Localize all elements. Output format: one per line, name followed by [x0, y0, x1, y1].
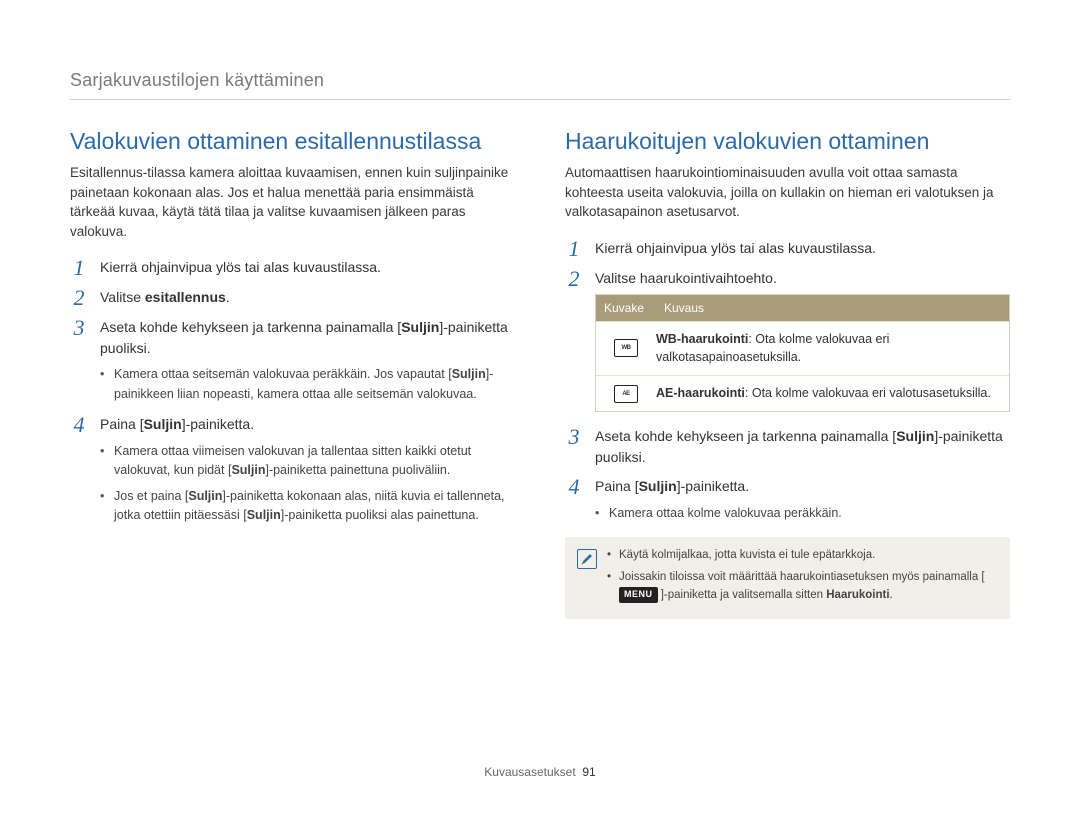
right-column: Haarukoitujen valokuvien ottaminen Autom… [565, 128, 1010, 619]
table-cell-desc: AE-haarukointi: Ota kolme valokuvaa eri … [656, 376, 1009, 411]
text-strong: esitallennus [145, 289, 226, 305]
divider [70, 99, 1010, 100]
text-strong: Suljin [896, 428, 934, 444]
note-icon [577, 549, 597, 569]
text: . [226, 289, 230, 305]
ae-bracketing-icon: AE [614, 385, 638, 403]
content-columns: Valokuvien ottaminen esitallennustilassa… [70, 128, 1010, 619]
step-number: 4 [565, 476, 583, 498]
text: . [890, 589, 893, 601]
table-header-icon: Kuvake [596, 295, 656, 321]
wb-bracketing-icon: WB [614, 339, 638, 357]
table-header-desc: Kuvaus [656, 295, 1009, 321]
footer-section: Kuvausasetukset [484, 765, 575, 779]
step-text: Valitse esitallennus. [100, 287, 515, 308]
text: Aseta kohde kehykseen ja tarkenna painam… [100, 319, 401, 335]
left-step-3-bullets: Kamera ottaa seitsemän valokuvaa peräkkä… [100, 365, 515, 404]
page-footer: Kuvausasetukset 91 [0, 765, 1080, 779]
step-number: 4 [70, 414, 88, 436]
step-text: Kierrä ohjainvipua ylös tai alas kuvaust… [100, 257, 515, 278]
manual-page: Sarjakuvaustilojen käyttäminen Valokuvie… [0, 0, 1080, 815]
bullet: Jos et paina [Suljin]-painiketta kokonaa… [100, 487, 515, 526]
step-text: Aseta kohde kehykseen ja tarkenna painam… [595, 426, 1010, 468]
text: ]-painiketta painettuna puoliväliin. [265, 463, 450, 477]
step-text: Valitse haarukointivaihtoehto. [595, 268, 1010, 289]
right-step-4: 4 Paina [Suljin]-painiketta. [565, 476, 1010, 498]
note-item: Käytä kolmijalkaa, jotta kuvista ei tule… [607, 547, 998, 565]
mode-icon-cell: WB [596, 331, 656, 365]
text-strong: Suljin [144, 416, 182, 432]
step-text: Paina [Suljin]-painiketta. [595, 476, 1010, 497]
text-strong: AE-haarukointi [656, 386, 745, 400]
text-strong: WB-haarukointi [656, 332, 748, 346]
left-step-4: 4 Paina [Suljin]-painiketta. [70, 414, 515, 436]
step-number: 3 [70, 317, 88, 339]
step-number: 1 [565, 238, 583, 260]
left-section-title: Valokuvien ottaminen esitallennustilassa [70, 128, 515, 155]
text: ]-painiketta. [677, 478, 749, 494]
right-step-3: 3 Aseta kohde kehykseen ja tarkenna pain… [565, 426, 1010, 468]
mode-icon-cell: AE [596, 377, 656, 411]
text-strong: Suljin [639, 478, 677, 494]
step-text: Paina [Suljin]-painiketta. [100, 414, 515, 435]
right-section-title: Haarukoitujen valokuvien ottaminen [565, 128, 1010, 155]
step-number: 3 [565, 426, 583, 448]
step-number: 2 [70, 287, 88, 309]
right-intro: Automaattisen haarukointiominaisuuden av… [565, 163, 1010, 222]
text: Valitse [100, 289, 145, 305]
table-cell-desc: WB-haarukointi: Ota kolme valokuvaa eri … [656, 322, 1009, 376]
left-step-3: 3 Aseta kohde kehykseen ja tarkenna pain… [70, 317, 515, 359]
icon-label: WB [622, 345, 631, 351]
right-step-2: 2 Valitse haarukointivaihtoehto. [565, 268, 1010, 290]
bracketing-options-table: Kuvake Kuvaus WB WB-haarukointi: Ota kol… [595, 294, 1010, 412]
menu-icon: MENU [619, 587, 658, 603]
note-list: Käytä kolmijalkaa, jotta kuvista ei tule… [607, 547, 998, 608]
bullet: Kamera ottaa kolme valokuvaa peräkkäin. [595, 504, 1010, 523]
icon-label: AE [622, 391, 629, 397]
text: Paina [ [595, 478, 639, 494]
text-strong: Suljin [247, 508, 281, 522]
text: Paina [ [100, 416, 144, 432]
text-strong: Suljin [188, 489, 222, 503]
breadcrumb: Sarjakuvaustilojen käyttäminen [70, 70, 1010, 91]
text: ]-painiketta ja valitsemalla sitten [658, 589, 827, 601]
text: Joissakin tiloissa voit määrittää haaruk… [619, 571, 985, 583]
text: ]-painiketta puoliksi alas painettuna. [281, 508, 479, 522]
text-strong: Haarukointi [826, 589, 889, 601]
left-step-2: 2 Valitse esitallennus. [70, 287, 515, 309]
step-text: Aseta kohde kehykseen ja tarkenna painam… [100, 317, 515, 359]
text: ]-painiketta. [182, 416, 254, 432]
right-step-1: 1 Kierrä ohjainvipua ylös tai alas kuvau… [565, 238, 1010, 260]
table-row: WB WB-haarukointi: Ota kolme valokuvaa e… [596, 321, 1009, 376]
step-number: 2 [565, 268, 583, 290]
step-number: 1 [70, 257, 88, 279]
right-step-4-bullets: Kamera ottaa kolme valokuvaa peräkkäin. [595, 504, 1010, 523]
left-column: Valokuvien ottaminen esitallennustilassa… [70, 128, 515, 619]
text-strong: Suljin [401, 319, 439, 335]
table-header: Kuvake Kuvaus [596, 295, 1009, 321]
text: : Ota kolme valokuvaa eri valotusasetuks… [745, 386, 991, 400]
note-item: Joissakin tiloissa voit määrittää haaruk… [607, 569, 998, 605]
table-row: AE AE-haarukointi: Ota kolme valokuvaa e… [596, 375, 1009, 411]
text: Aseta kohde kehykseen ja tarkenna painam… [595, 428, 896, 444]
text: Jos et paina [ [114, 489, 188, 503]
left-step-1: 1 Kierrä ohjainvipua ylös tai alas kuvau… [70, 257, 515, 279]
bullet: Kamera ottaa seitsemän valokuvaa peräkkä… [100, 365, 515, 404]
step-text: Kierrä ohjainvipua ylös tai alas kuvaust… [595, 238, 1010, 259]
page-number: 91 [582, 765, 595, 779]
left-intro: Esitallennus-tilassa kamera aloittaa kuv… [70, 163, 515, 241]
left-step-4-bullets: Kamera ottaa viimeisen valokuvan ja tall… [100, 442, 515, 526]
bullet: Kamera ottaa viimeisen valokuvan ja tall… [100, 442, 515, 481]
text-strong: Suljin [231, 463, 265, 477]
text: Kamera ottaa seitsemän valokuvaa peräkkä… [114, 367, 452, 381]
text-strong: Suljin [452, 367, 486, 381]
note-box: Käytä kolmijalkaa, jotta kuvista ei tule… [565, 537, 1010, 618]
